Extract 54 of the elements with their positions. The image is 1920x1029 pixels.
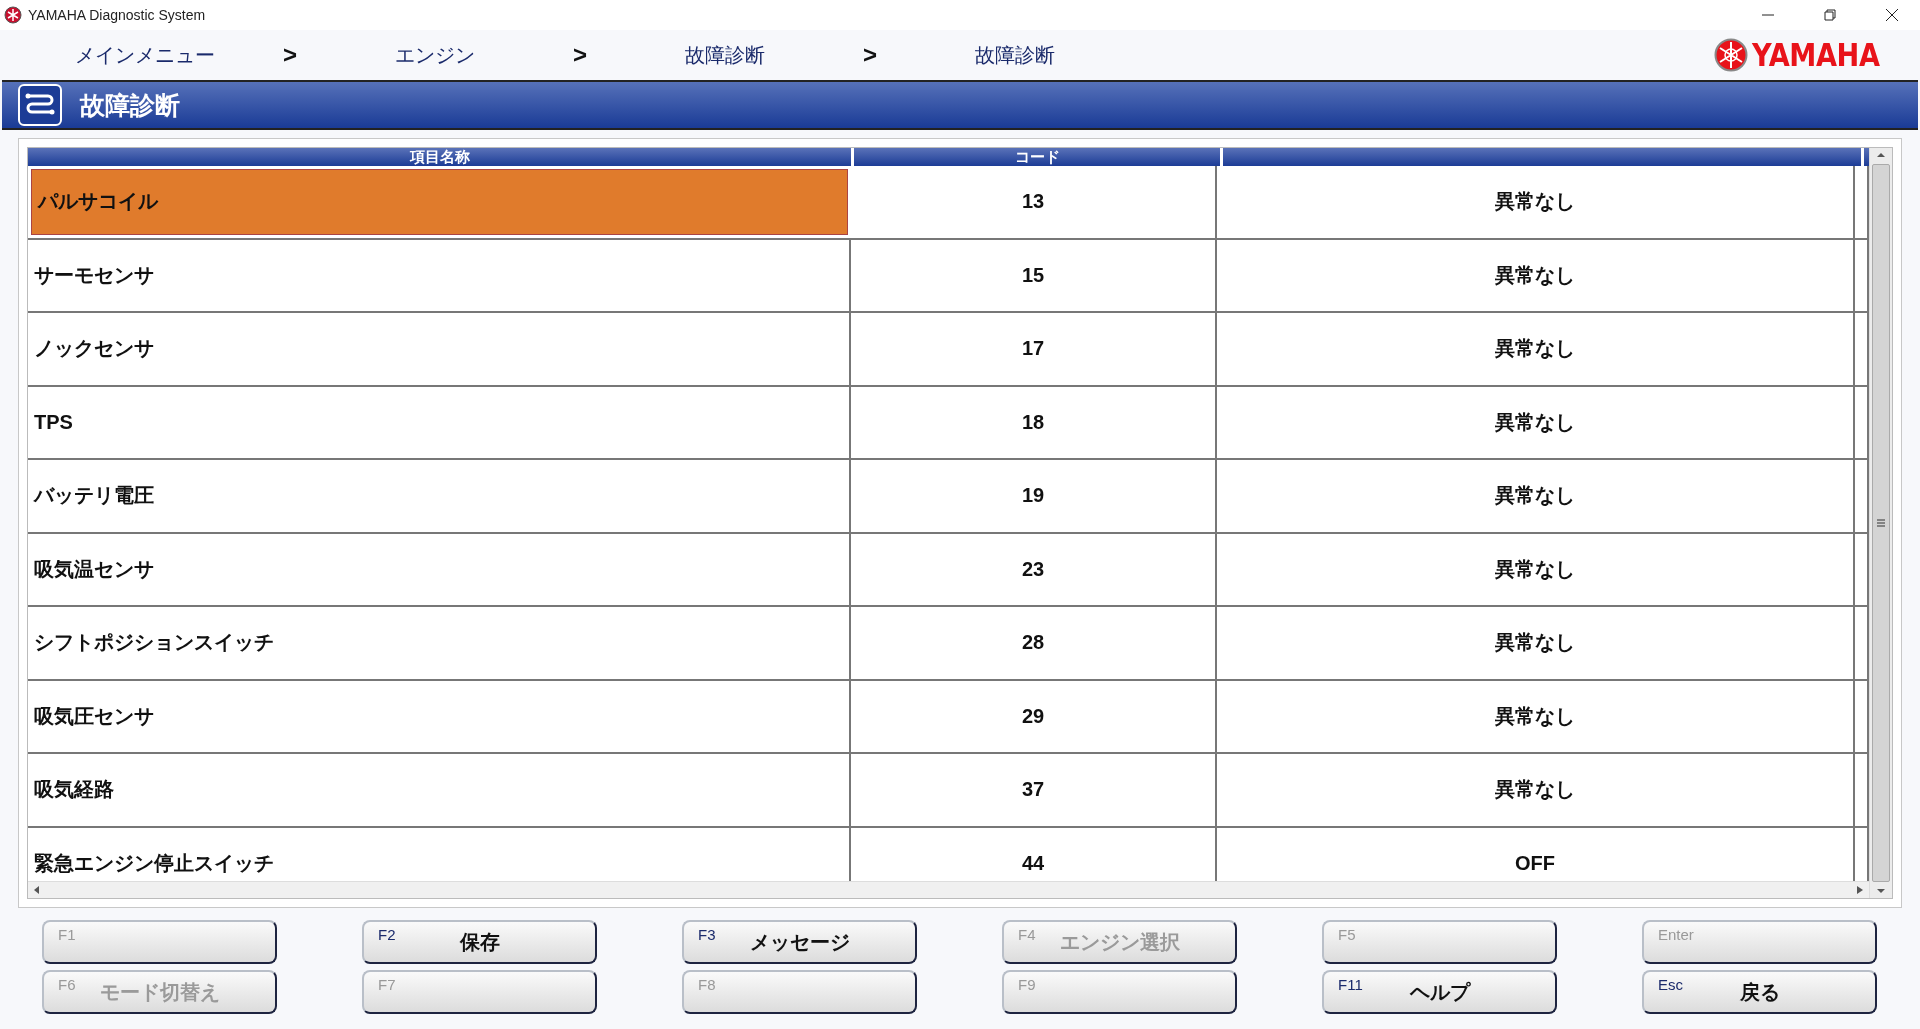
table-cell: 28 [851,607,1217,679]
brand-logo-text: YAMAHA [1751,36,1880,74]
breadcrumb-item[interactable]: メインメニュー [40,40,250,70]
table-cell[interactable]: サーモセンサ [28,239,851,311]
table-cell: 異常なし [1217,533,1855,605]
column-header: コード [854,148,1220,166]
close-icon [1885,8,1899,22]
table-cell: 異常なし [1217,239,1855,311]
table-cell[interactable]: バッテリ電圧 [28,460,851,532]
table-cell: 37 [851,754,1217,826]
window-title: YAMAHA Diagnostic System [28,7,206,23]
table-cell[interactable]: ノックセンサ [28,313,851,385]
breadcrumb-separator: > [572,41,588,69]
table-cell: 異常なし [1217,754,1855,826]
scroll-right-icon[interactable] [1857,886,1863,894]
table-cell: 異常なし [1217,313,1855,385]
column-header [1864,148,1869,166]
page-title: 故障診断 [80,89,180,121]
breadcrumb-item[interactable]: 故障診断 [910,40,1120,70]
table-cell[interactable]: 吸気温センサ [28,533,851,605]
table-cell: 13 [851,166,1217,238]
column-header: 項目名称 [28,148,851,166]
horizontal-scrollbar[interactable] [28,881,1869,898]
breadcrumb-item[interactable]: エンジン [330,40,540,70]
table-cell: 異常なし [1217,386,1855,458]
function-key-button[interactable]: F11 ヘルプ [1322,970,1557,1014]
breadcrumb-separator: > [862,41,878,69]
table-cell[interactable]: パルサコイル [31,169,848,235]
table-cell[interactable]: 吸気経路 [28,754,851,826]
table-cell[interactable]: 吸気圧センサ [28,680,851,752]
breadcrumb-item[interactable]: 故障診断 [620,40,830,70]
vertical-scrollbar[interactable] [1869,148,1892,898]
table-cell: 23 [851,533,1217,605]
restore-icon [1823,8,1837,22]
table-cell[interactable]: シフトポジションスイッチ [28,607,851,679]
diagnostic-icon [18,84,62,126]
table-cell: 19 [851,460,1217,532]
table-cell: 15 [851,239,1217,311]
app-logo-icon [4,6,22,24]
breadcrumb-separator: > [282,41,298,69]
table-cell: 異常なし [1217,166,1855,238]
table-cell: 29 [851,680,1217,752]
table-cell: 異常なし [1217,680,1855,752]
scroll-left-icon[interactable] [34,886,40,894]
table-cell: 17 [851,313,1217,385]
grip-icon[interactable] [1877,519,1885,527]
function-key-button[interactable]: F2 保存 [362,920,597,964]
function-key-button[interactable]: F3 メッセージ [682,920,917,964]
table-cell[interactable]: TPS [28,386,851,458]
tuning-fork-logo-icon [1713,38,1748,72]
table-cell: 異常なし [1217,460,1855,532]
table-cell: 異常なし [1217,607,1855,679]
function-key-button[interactable]: Esc 戻る [1642,970,1877,1014]
table-cell: 18 [851,386,1217,458]
